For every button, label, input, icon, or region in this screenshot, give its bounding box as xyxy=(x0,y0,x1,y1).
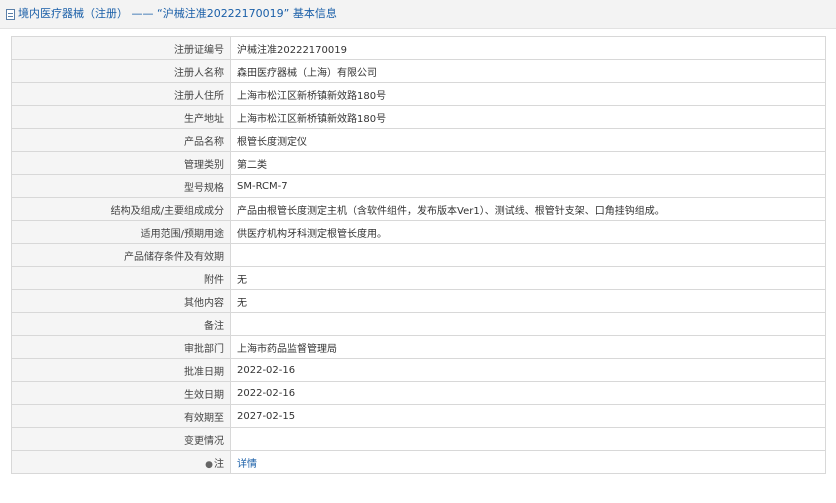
row-value: 产品由根管长度测定主机（含软件组件，发布版本Ver1）、测试线、根管针支架、口角… xyxy=(230,197,826,221)
table-row: 有效期至 2027-02-15 xyxy=(11,404,826,428)
row-value: 第二类 xyxy=(230,151,826,175)
row-label: 型号规格 xyxy=(11,174,231,198)
row-value: 根管长度测定仪 xyxy=(230,128,826,152)
table-row: 生产地址 上海市松江区新桥镇新效路180号 xyxy=(11,105,826,129)
row-label: 注册人名称 xyxy=(11,59,231,83)
row-label: 结构及组成/主要组成成分 xyxy=(11,197,231,221)
table-row: 产品储存条件及有效期 xyxy=(11,243,826,267)
row-label: 产品储存条件及有效期 xyxy=(11,243,231,267)
row-label: 生效日期 xyxy=(11,381,231,405)
table-row: 注册人名称 森田医疗器械（上海）有限公司 xyxy=(11,59,826,83)
row-label: 变更情况 xyxy=(11,427,231,451)
page-title: 境内医疗器械（注册） —— “沪械注准20222170019” 基本信息 xyxy=(18,7,337,20)
table-row-note: ●注 详情 xyxy=(11,450,826,474)
row-value: 森田医疗器械（上海）有限公司 xyxy=(230,59,826,83)
row-value: 沪械注准20222170019 xyxy=(230,36,826,60)
row-value: 2027-02-15 xyxy=(230,404,826,428)
row-label: 附件 xyxy=(11,266,231,290)
gear-icon: ● xyxy=(205,459,213,470)
note-label: 注 xyxy=(214,458,224,470)
table-row: 管理类别 第二类 xyxy=(11,151,826,175)
page-header: 境内医疗器械（注册） —— “沪械注准20222170019” 基本信息 xyxy=(0,0,836,29)
row-label: 审批部门 xyxy=(11,335,231,359)
row-label: 有效期至 xyxy=(11,404,231,428)
table-row: 备注 xyxy=(11,312,826,336)
table-row: 注册人住所 上海市松江区新桥镇新效路180号 xyxy=(11,82,826,106)
row-label: 适用范围/预期用途 xyxy=(11,220,231,244)
table-row: 型号规格 SM-RCM-7 xyxy=(11,174,826,198)
row-value: 供医疗机构牙科测定根管长度用。 xyxy=(230,220,826,244)
row-value: 无 xyxy=(230,266,826,290)
note-value-cell: 详情 xyxy=(230,450,826,474)
table-row: 注册证编号 沪械注准20222170019 xyxy=(11,36,826,60)
row-value: 上海市药品监督管理局 xyxy=(230,335,826,359)
row-label: 管理类别 xyxy=(11,151,231,175)
row-value: 无 xyxy=(230,289,826,313)
row-value: 2022-02-16 xyxy=(230,381,826,405)
table-row: 产品名称 根管长度测定仪 xyxy=(11,128,826,152)
row-label: 批准日期 xyxy=(11,358,231,382)
table-row: 其他内容无 xyxy=(11,289,826,313)
row-label: 注册证编号 xyxy=(11,36,231,60)
table-row: 批准日期 2022-02-16 xyxy=(11,358,826,382)
table-row: 附件无 xyxy=(11,266,826,290)
detail-link[interactable]: 详情 xyxy=(237,459,257,470)
row-value: SM-RCM-7 xyxy=(230,174,826,198)
row-label: 注册人住所 xyxy=(11,82,231,106)
row-value: 上海市松江区新桥镇新效路180号 xyxy=(230,105,826,129)
row-value: 上海市松江区新桥镇新效路180号 xyxy=(230,82,826,106)
row-value xyxy=(230,243,826,267)
row-label: 备注 xyxy=(11,312,231,336)
table-row: 生效日期 2022-02-16 xyxy=(11,381,826,405)
row-label: 产品名称 xyxy=(11,128,231,152)
table-row: 适用范围/预期用途 供医疗机构牙科测定根管长度用。 xyxy=(11,220,826,244)
table-row: 结构及组成/主要组成成分 产品由根管长度测定主机（含软件组件，发布版本Ver1）、… xyxy=(11,197,826,221)
row-value xyxy=(230,312,826,336)
info-table: 注册证编号 沪械注准20222170019 注册人名称 森田医疗器械（上海）有限公司… xyxy=(11,36,826,474)
row-label: 其他内容 xyxy=(11,289,231,313)
row-value xyxy=(230,427,826,451)
note-label-cell: ●注 xyxy=(11,450,231,474)
row-label: 生产地址 xyxy=(11,105,231,129)
table-row: 审批部门 上海市药品监督管理局 xyxy=(11,335,826,359)
table-row: 变更情况 xyxy=(11,427,826,451)
document-icon xyxy=(6,8,15,20)
row-value: 2022-02-16 xyxy=(230,358,826,382)
